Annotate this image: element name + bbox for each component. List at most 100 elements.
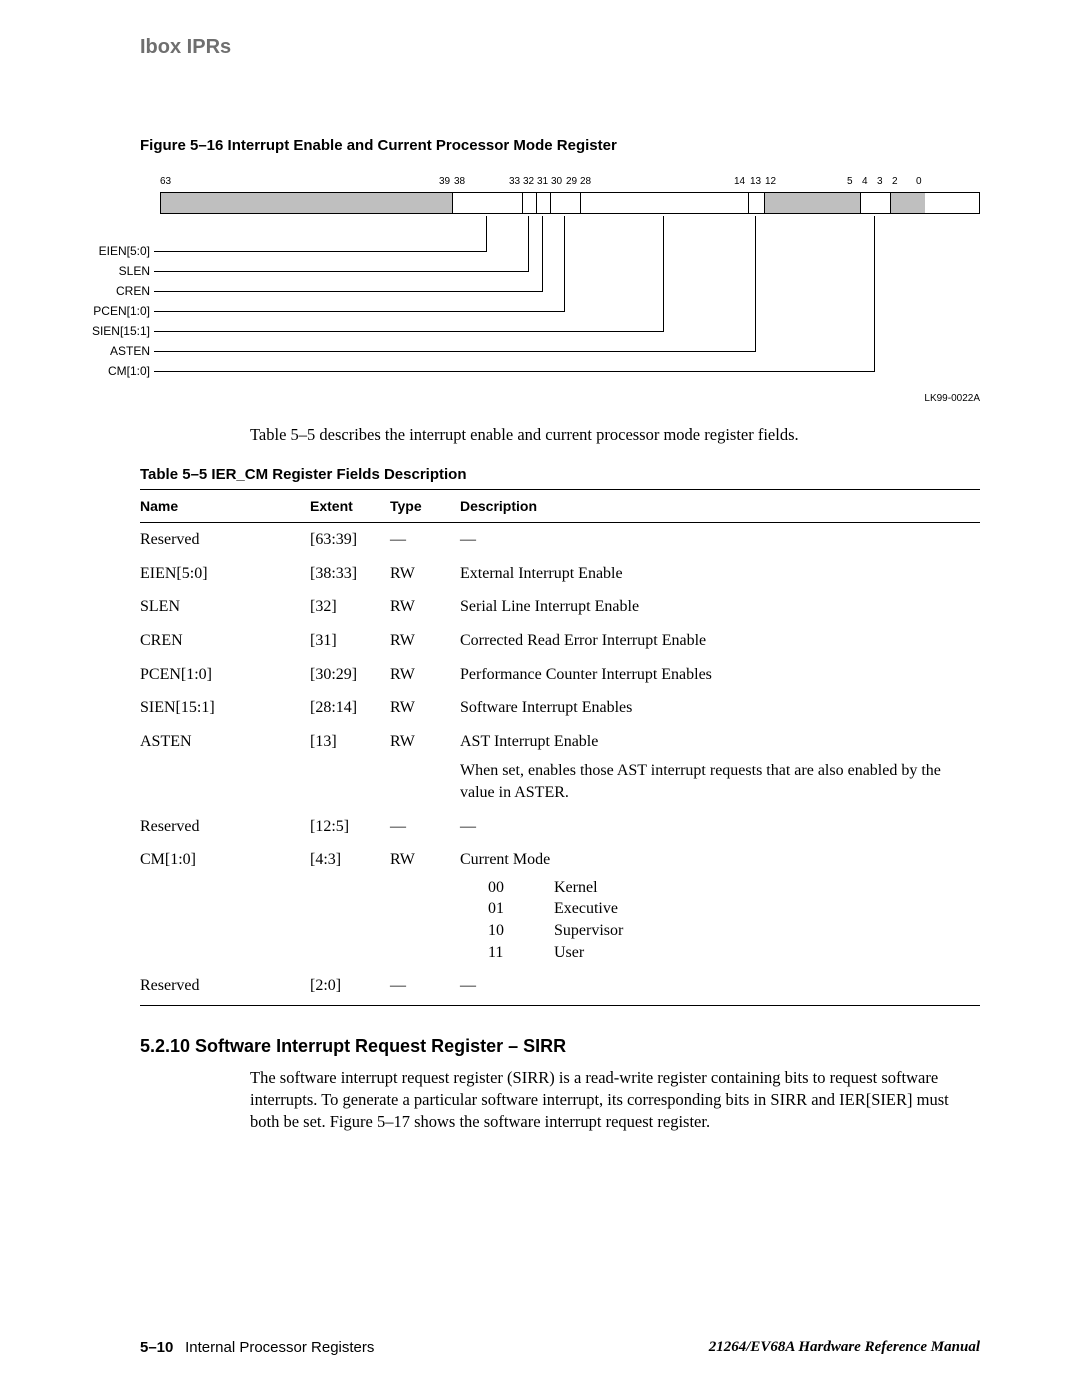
register-bitbar bbox=[160, 192, 980, 214]
diagram-tag: LK99-0022A bbox=[924, 393, 980, 404]
mode-row: 00Kernel bbox=[488, 877, 972, 899]
cell-name: CREN bbox=[140, 624, 310, 658]
bit-index-row: 63 39 38 33 32 31 30 29 28 14 13 12 5 4 … bbox=[160, 176, 980, 190]
table-row: SLEN[32]RWSerial Line Interrupt Enable bbox=[140, 590, 980, 624]
cell-desc: Performance Counter Interrupt Enables bbox=[460, 658, 980, 692]
page-number: 5–10 bbox=[140, 1339, 173, 1356]
table-row: Reserved[2:0]—— bbox=[140, 969, 980, 1005]
table-row: SIEN[15:1][28:14]RWSoftware Interrupt En… bbox=[140, 691, 980, 725]
bit-label: 0 bbox=[916, 176, 922, 187]
bit-label: 5 bbox=[847, 176, 853, 187]
bit-label: 12 bbox=[765, 176, 776, 187]
cell-desc-extra: When set, enables those AST interrupt re… bbox=[460, 760, 972, 803]
table-row: EIEN[5:0][38:33]RWExternal Interrupt Ena… bbox=[140, 557, 980, 591]
table-row: PCEN[1:0][30:29]RWPerformance Counter In… bbox=[140, 658, 980, 692]
signal-label: PCEN[1:0] bbox=[30, 304, 150, 318]
cell-desc: — bbox=[460, 969, 980, 1005]
signal-label: EIEN[5:0] bbox=[30, 244, 150, 258]
cell-type: RW bbox=[390, 691, 460, 725]
mode-label: Supervisor bbox=[554, 920, 623, 942]
cell-extent: [30:29] bbox=[310, 658, 390, 692]
cell-desc: External Interrupt Enable bbox=[460, 557, 980, 591]
col-type: Type bbox=[390, 490, 460, 523]
cell-type: — bbox=[390, 810, 460, 844]
bit-label: 2 bbox=[892, 176, 898, 187]
cell-desc: Serial Line Interrupt Enable bbox=[460, 590, 980, 624]
table-row: Reserved[12:5]—— bbox=[140, 810, 980, 844]
mode-row: 01 Executive bbox=[488, 898, 972, 920]
cell-extent: [12:5] bbox=[310, 810, 390, 844]
cell-extent: [13] bbox=[310, 725, 390, 810]
mode-label: Executive bbox=[554, 898, 618, 920]
cell-extent: [2:0] bbox=[310, 969, 390, 1005]
cell-name: EIEN[5:0] bbox=[140, 557, 310, 591]
table-row: CM[1:0][4:3]RWCurrent Mode00Kernel01Exec… bbox=[140, 843, 980, 969]
cell-desc: AST Interrupt EnableWhen set, enables th… bbox=[460, 725, 980, 810]
bit-label: 63 bbox=[160, 176, 171, 187]
table-row: Reserved[63:39]—— bbox=[140, 523, 980, 557]
col-name: Name bbox=[140, 490, 310, 523]
cell-type: RW bbox=[390, 658, 460, 692]
body-text: Table 5–5 describes the interrupt enable… bbox=[250, 424, 980, 446]
mode-list: 00Kernel01 Executive 10 Supervisor11User bbox=[460, 877, 972, 963]
cell-name: SIEN[15:1] bbox=[140, 691, 310, 725]
signal-label: SIEN[15:1] bbox=[30, 324, 150, 338]
bit-label: 31 bbox=[537, 176, 548, 187]
register-diagram: 63 39 38 33 32 31 30 29 28 14 13 12 5 4 … bbox=[160, 176, 980, 406]
cell-type: RW bbox=[390, 590, 460, 624]
bit-label: 13 bbox=[750, 176, 761, 187]
signal-label: CREN bbox=[30, 284, 150, 298]
bit-label: 38 bbox=[454, 176, 465, 187]
cell-desc: Software Interrupt Enables bbox=[460, 691, 980, 725]
cell-type: — bbox=[390, 969, 460, 1005]
mode-row: 11User bbox=[488, 942, 972, 964]
bit-label: 28 bbox=[580, 176, 591, 187]
cell-desc: — bbox=[460, 523, 980, 557]
cell-extent: [32] bbox=[310, 590, 390, 624]
mode-row: 10 Supervisor bbox=[488, 920, 972, 942]
cell-extent: [31] bbox=[310, 624, 390, 658]
cell-extent: [63:39] bbox=[310, 523, 390, 557]
cell-type: RW bbox=[390, 725, 460, 810]
cell-extent: [4:3] bbox=[310, 843, 390, 969]
mode-label: Kernel bbox=[554, 877, 598, 899]
bit-label: 33 bbox=[509, 176, 520, 187]
mode-label: User bbox=[554, 942, 584, 964]
bit-label: 39 bbox=[439, 176, 450, 187]
cell-extent: [28:14] bbox=[310, 691, 390, 725]
cell-name: ASTEN bbox=[140, 725, 310, 810]
section-name: Internal Processor Registers bbox=[185, 1339, 374, 1356]
section-heading: 5.2.10 Software Interrupt Request Regist… bbox=[140, 1036, 980, 1057]
cell-desc: Current Mode00Kernel01Executive10Supervi… bbox=[460, 843, 980, 969]
cell-desc: Corrected Read Error Interrupt Enable bbox=[460, 624, 980, 658]
cell-name: Reserved bbox=[140, 969, 310, 1005]
cell-name: CM[1:0] bbox=[140, 843, 310, 969]
bit-label: 3 bbox=[877, 176, 883, 187]
cell-type: RW bbox=[390, 624, 460, 658]
col-desc: Description bbox=[460, 490, 980, 523]
signal-label: ASTEN bbox=[30, 344, 150, 358]
bit-label: 4 bbox=[862, 176, 868, 187]
col-extent: Extent bbox=[310, 490, 390, 523]
fields-table: Name Extent Type Description Reserved [63… bbox=[140, 489, 980, 1006]
signal-label: CM[1:0] bbox=[30, 364, 150, 378]
page-footer: 5–10 Internal Processor Registers 21264/… bbox=[140, 1339, 980, 1357]
cell-desc: — bbox=[460, 810, 980, 844]
cell-name: SLEN bbox=[140, 590, 310, 624]
bit-label: 30 bbox=[551, 176, 562, 187]
page-header: Ibox IPRs bbox=[140, 36, 980, 59]
signal-label: SLEN bbox=[30, 264, 150, 278]
bit-label: 29 bbox=[566, 176, 577, 187]
table-caption: Table 5–5 IER_CM Register Fields Descrip… bbox=[140, 466, 980, 483]
table-row: ASTEN[13]RWAST Interrupt EnableWhen set,… bbox=[140, 725, 980, 810]
figure-caption: Figure 5–16 Interrupt Enable and Current… bbox=[140, 137, 980, 154]
bit-label: 14 bbox=[734, 176, 745, 187]
book-title: 21264/EV68A Hardware Reference Manual bbox=[709, 1339, 980, 1357]
cell-type: RW bbox=[390, 557, 460, 591]
signal-fanout: EIEN[5:0] SLEN CREN PCEN[1:0] SIEN[15:1]… bbox=[160, 218, 980, 398]
table-row: CREN[31]RWCorrected Read Error Interrupt… bbox=[140, 624, 980, 658]
mode-code: 10 bbox=[488, 920, 516, 942]
mode-code: 01 bbox=[488, 898, 516, 920]
cell-name: Reserved bbox=[140, 810, 310, 844]
cell-extent: [38:33] bbox=[310, 557, 390, 591]
